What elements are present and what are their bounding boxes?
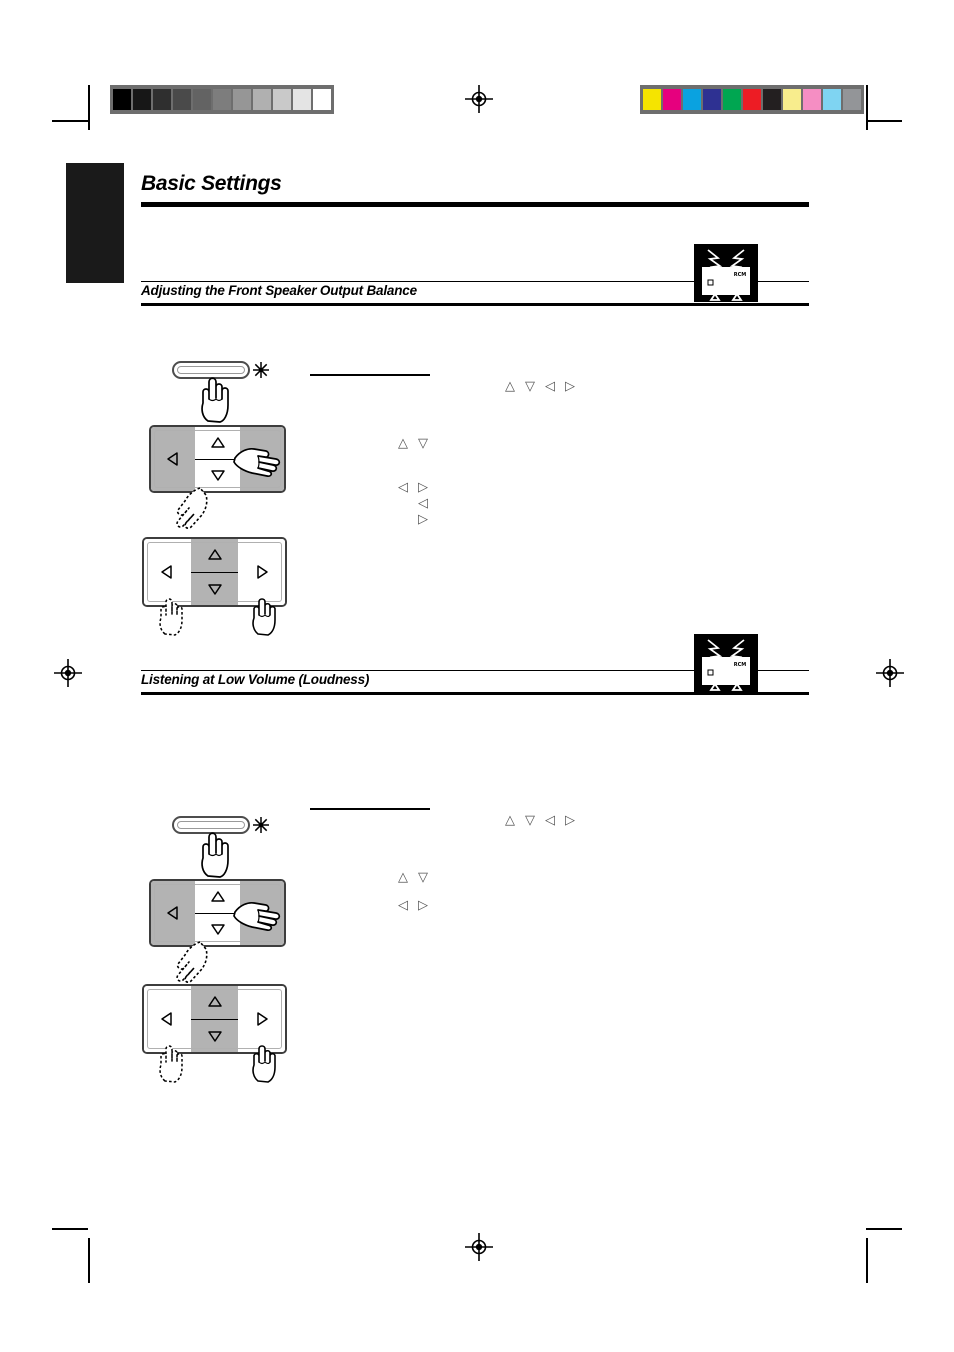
s1-press-flash-starburst-icon bbox=[252, 361, 270, 379]
section1-rule-bottom bbox=[141, 303, 809, 306]
down-arrow-glyph: ▽ bbox=[418, 436, 428, 451]
s1-arrow-row-3: ◁ ▷ bbox=[398, 481, 438, 494]
grayscale-patch-3 bbox=[173, 89, 191, 110]
left-arrow-glyph: ◁ bbox=[398, 898, 408, 913]
up-arrow-glyph: △ bbox=[505, 379, 515, 394]
s1-dpad-left-button[interactable] bbox=[151, 427, 195, 491]
s2b-dpad-down-button[interactable] bbox=[190, 1019, 239, 1052]
down-arrow-glyph: ▽ bbox=[525, 813, 535, 828]
s1b-dpad-down-button[interactable] bbox=[190, 572, 239, 605]
grayscale-patch-2 bbox=[153, 89, 171, 110]
left-arrow-glyph: ◁ bbox=[398, 480, 408, 495]
right-arrow-glyph: ▷ bbox=[418, 898, 428, 913]
left-arrow-glyph: ◁ bbox=[545, 379, 555, 394]
grayscale-patch-10 bbox=[313, 89, 331, 110]
tv-monitor-icon: RCM bbox=[694, 244, 758, 302]
grayscale-patch-5 bbox=[213, 89, 231, 110]
s2-dpad-left-button[interactable] bbox=[151, 881, 195, 945]
grayscale-patch-6 bbox=[233, 89, 251, 110]
color-patch-1 bbox=[663, 89, 681, 110]
crop-mark-top-right-horizontal bbox=[866, 120, 902, 122]
page-title-rule bbox=[141, 202, 809, 207]
chapter-thumb-tab bbox=[66, 163, 124, 283]
s1-arrow-row-2: △ ▽ bbox=[398, 437, 438, 450]
grayscale-patch-0 bbox=[113, 89, 131, 110]
color-patch-4 bbox=[723, 89, 741, 110]
section1-heading: Adjusting the Front Speaker Output Balan… bbox=[141, 283, 417, 298]
color-patch-2 bbox=[683, 89, 701, 110]
crop-mark-bottom-right-vertical bbox=[866, 1238, 868, 1283]
s2b-dpad-up-button[interactable] bbox=[190, 986, 239, 1020]
grayscale-patch-1 bbox=[133, 89, 151, 110]
grayscale-calibration-strip bbox=[110, 85, 334, 114]
s2-pointing-hand-dashed-icon bbox=[170, 939, 214, 984]
registration-target-right-middle bbox=[876, 659, 904, 687]
left-arrow-glyph: ◁ bbox=[418, 496, 428, 511]
s1-pointing-hand-right-icon bbox=[232, 440, 284, 486]
color-patch-6 bbox=[763, 89, 781, 110]
s1b-pointing-hand-dashed-icon bbox=[157, 596, 193, 636]
color-patch-10 bbox=[843, 89, 861, 110]
crop-mark-top-left-horizontal bbox=[52, 120, 88, 122]
s1-pointing-hand-up-icon bbox=[198, 375, 242, 423]
s1-arrow-row-5: ▷ bbox=[418, 513, 438, 526]
up-arrow-glyph: △ bbox=[398, 436, 408, 451]
color-patch-3 bbox=[703, 89, 721, 110]
section2-rule-bottom bbox=[141, 692, 809, 695]
color-calibration-strip bbox=[640, 85, 864, 114]
down-arrow-glyph: ▽ bbox=[525, 379, 535, 394]
s2b-pointing-hand-up-icon bbox=[250, 1043, 286, 1083]
svg-text:RCM: RCM bbox=[734, 272, 747, 278]
svg-text:RCM: RCM bbox=[734, 662, 747, 668]
s2-arrow-row-3: ◁ ▷ bbox=[398, 899, 438, 912]
right-arrow-glyph: ▷ bbox=[565, 379, 575, 394]
color-patch-8 bbox=[803, 89, 821, 110]
s1b-pointing-hand-up-icon bbox=[250, 596, 286, 636]
crop-mark-bottom-left-vertical bbox=[88, 1238, 90, 1283]
grayscale-patch-8 bbox=[273, 89, 291, 110]
color-patch-5 bbox=[743, 89, 761, 110]
s1-arrow-row-1: △ ▽ ◁ ▷ bbox=[505, 380, 585, 393]
s1-arrow-row-4: ◁ bbox=[418, 497, 438, 510]
crop-mark-bottom-right-horizontal bbox=[866, 1228, 902, 1230]
s1b-dpad-up-button[interactable] bbox=[190, 539, 239, 573]
grayscale-patch-7 bbox=[253, 89, 271, 110]
right-arrow-glyph: ▷ bbox=[565, 813, 575, 828]
s1-body-rule bbox=[310, 374, 430, 376]
grayscale-patch-9 bbox=[293, 89, 311, 110]
s2-body-rule bbox=[310, 808, 430, 810]
section2-heading: Listening at Low Volume (Loudness) bbox=[141, 672, 370, 687]
s2-arrow-row-1: △ ▽ ◁ ▷ bbox=[505, 814, 585, 827]
s2-pointing-hand-up-icon bbox=[198, 830, 242, 878]
s2-arrow-row-2: △ ▽ bbox=[398, 871, 438, 884]
right-arrow-glyph: ▷ bbox=[418, 480, 428, 495]
up-arrow-glyph: △ bbox=[505, 813, 515, 828]
s1-pointing-hand-dashed-icon bbox=[170, 485, 214, 530]
color-patch-0 bbox=[643, 89, 661, 110]
s2-pointing-hand-right-icon bbox=[232, 894, 284, 940]
grayscale-patch-4 bbox=[193, 89, 211, 110]
left-arrow-glyph: ◁ bbox=[545, 813, 555, 828]
color-patch-7 bbox=[783, 89, 801, 110]
registration-target-bottom-center bbox=[465, 1233, 493, 1261]
crop-mark-top-right-vertical bbox=[866, 85, 868, 130]
s2b-pointing-hand-dashed-icon bbox=[157, 1043, 193, 1083]
page-title: Basic Settings bbox=[141, 172, 282, 195]
s2-press-flash-starburst-icon bbox=[252, 816, 270, 834]
crop-mark-bottom-left-horizontal bbox=[52, 1228, 88, 1230]
right-arrow-glyph: ▷ bbox=[418, 512, 428, 527]
tv-monitor-icon: RCM bbox=[694, 634, 758, 692]
registration-target-top-center bbox=[465, 85, 493, 113]
color-patch-9 bbox=[823, 89, 841, 110]
down-arrow-glyph: ▽ bbox=[418, 870, 428, 885]
up-arrow-glyph: △ bbox=[398, 870, 408, 885]
registration-target-left-middle bbox=[54, 659, 82, 687]
crop-mark-top-left-vertical bbox=[88, 85, 90, 130]
